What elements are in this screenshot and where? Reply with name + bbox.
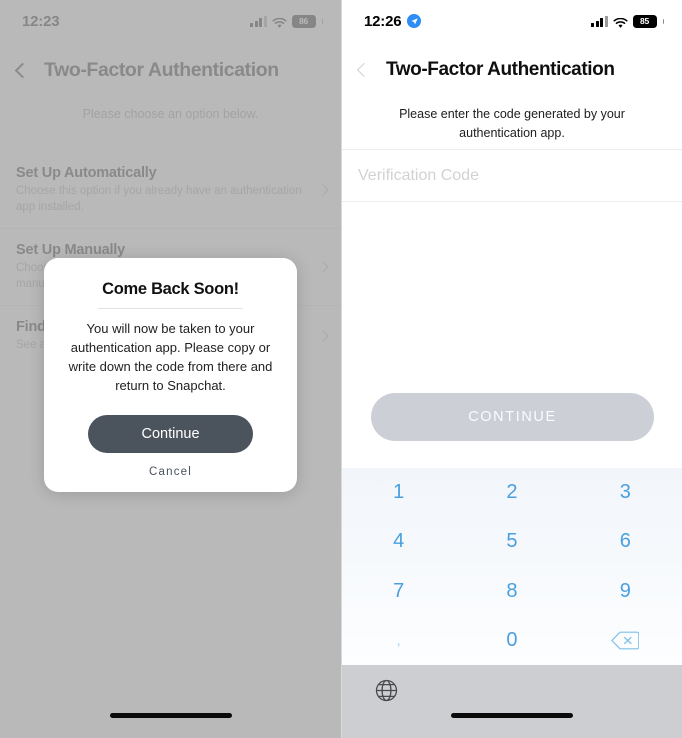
wifi-icon: [612, 16, 628, 28]
back-button[interactable]: [342, 62, 386, 78]
backspace-delete-icon: [611, 631, 640, 650]
right-status-bar-left: 12:26: [364, 12, 422, 30]
dialog-divider: [98, 308, 243, 309]
left-phone-screen: 12:23 86 Two-Factor Authentication: [0, 0, 341, 738]
home-indicator: [451, 713, 573, 718]
globe-language-icon[interactable]: [375, 679, 398, 707]
status-time: 12:26: [364, 12, 402, 30]
keypad-key-5[interactable]: 5: [455, 517, 568, 566]
keypad-key-1[interactable]: 1: [342, 468, 455, 517]
right-phone-screen: 12:26 85 Two-Factor Authentication Pleas…: [341, 0, 682, 738]
right-nav-bar: Two-Factor Authentication: [342, 42, 682, 98]
keypad-key-backspace[interactable]: [569, 616, 682, 665]
chevron-left-double-icon: [356, 62, 372, 78]
battery-nub-icon: [662, 18, 664, 24]
keypad-key-2[interactable]: 2: [455, 468, 568, 517]
keypad-key-7[interactable]: 7: [342, 567, 455, 616]
dialog-continue-button[interactable]: Continue: [88, 415, 253, 454]
right-status-bar-right: 85: [591, 14, 664, 28]
keypad-key-8[interactable]: 8: [455, 567, 568, 616]
location-arrow-icon: [407, 14, 422, 28]
dialog-message: You will now be taken to your authentica…: [68, 321, 273, 393]
come-back-soon-dialog: Come Back Soon! You will now be taken to…: [44, 258, 297, 493]
keypad-key-3[interactable]: 3: [569, 468, 682, 517]
battery-icon: 85: [632, 14, 657, 28]
home-indicator: [109, 713, 232, 718]
keypad-key-6[interactable]: 6: [569, 517, 682, 566]
keypad-key-9[interactable]: 9: [569, 567, 682, 616]
dual-screenshot-container: 12:23 86 Two-Factor Authentication: [0, 0, 682, 738]
verification-code-field-wrapper[interactable]: [342, 150, 682, 202]
keypad-key-0[interactable]: 0: [455, 616, 568, 665]
verification-code-input[interactable]: [358, 166, 666, 185]
keypad-key-comma[interactable]: ,: [342, 616, 455, 665]
continue-button[interactable]: CONTINUE: [371, 393, 654, 441]
cellular-bars-icon: [591, 15, 608, 27]
numeric-keypad: 1 2 3 4 5 6 7 8 9 , 0: [342, 468, 682, 665]
right-status-bar: 12:26 85: [342, 0, 682, 42]
keyboard-bottom-bar: [342, 665, 682, 738]
keypad-key-4[interactable]: 4: [342, 517, 455, 566]
instruction-text: Please enter the code generated by your …: [342, 98, 682, 150]
dialog-cancel-button[interactable]: Cancel: [64, 466, 277, 478]
dialog-title: Come Back Soon!: [102, 280, 239, 298]
page-title: Two-Factor Authentication: [386, 59, 615, 80]
